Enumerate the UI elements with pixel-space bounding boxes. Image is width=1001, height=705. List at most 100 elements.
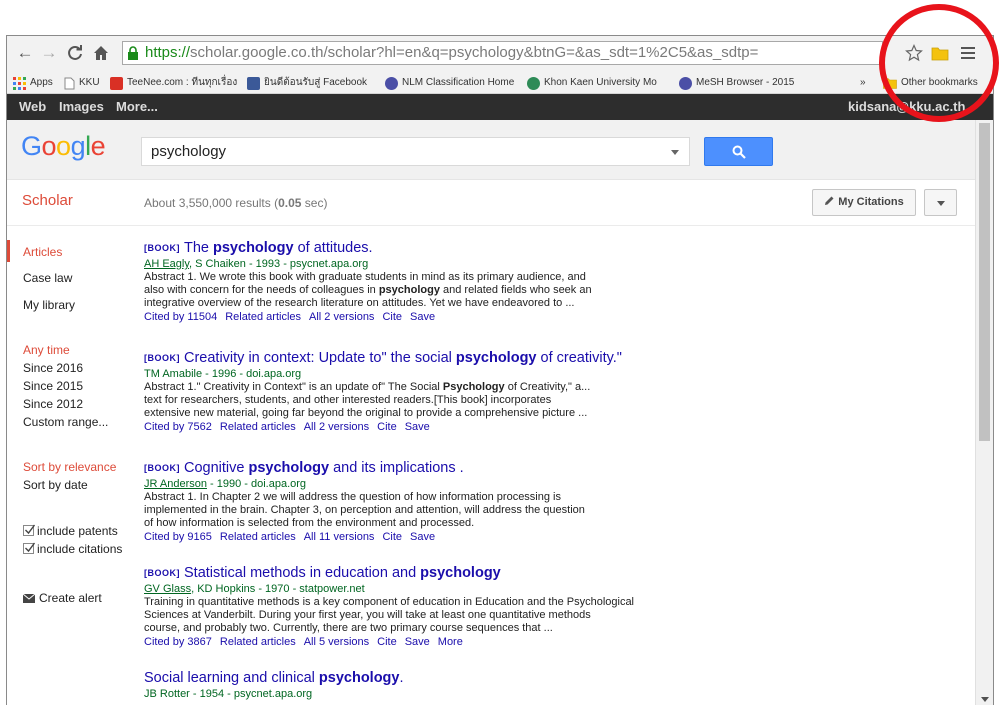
bookmark-kku-mo[interactable]: Khon Kaen University Mo (527, 72, 657, 94)
chevron-down-icon (937, 201, 945, 206)
result-title[interactable]: [BOOK] The psychology of attitudes. (144, 239, 744, 257)
chevron-down-icon[interactable] (671, 150, 679, 155)
all-versions-link[interactable]: All 2 versions (309, 311, 374, 323)
cited-by-link[interactable]: Cited by 9165 (144, 531, 212, 543)
scholar-label[interactable]: Scholar (22, 192, 73, 209)
related-articles-link[interactable]: Related articles (220, 531, 296, 543)
result-title[interactable]: Social learning and clinical psychology. (144, 669, 744, 687)
all-versions-link[interactable]: All 11 versions (304, 531, 375, 543)
gbar-images-link[interactable]: Images (59, 94, 104, 120)
title-text: of creativity." (536, 350, 622, 366)
address-bar-row: ← → https://scholar.google.co.th/scholar… (7, 36, 993, 72)
cite-link[interactable]: Cite (382, 311, 402, 323)
sidebar-item-case-law[interactable]: Case law (23, 271, 72, 285)
bookmark-kku[interactable]: KKU (64, 72, 100, 94)
snippet-text: Abstract 1." Creativity in Context" is a… (144, 381, 443, 393)
search-result: [BOOK] Creativity in context: Update to" … (144, 349, 744, 434)
create-alert-link[interactable]: Create alert (22, 591, 102, 605)
result-count: About 3,550,000 results (0.05 sec) (144, 196, 327, 210)
menu-hamburger-icon[interactable] (957, 42, 979, 64)
search-input[interactable]: psychology (141, 137, 690, 166)
lock-icon (128, 46, 138, 60)
sidebar-item-since-2016[interactable]: Since 2016 (23, 361, 83, 375)
sidebar-item-any-time[interactable]: Any time (23, 343, 70, 357)
result-title[interactable]: [BOOK] Statistical methods in education a… (144, 564, 744, 582)
cited-by-link[interactable]: Cited by 11504 (144, 311, 217, 323)
cite-link[interactable]: Cite (382, 531, 402, 543)
account-email[interactable]: kidsana@kku.ac.th (848, 94, 965, 120)
result-title[interactable]: [BOOK] Cognitive psychology and its impli… (144, 459, 744, 477)
bookmark-facebook[interactable]: ยินดีต้อนรับสู่ Facebook (247, 72, 367, 94)
author-meta: TM Amabile - 1996 - doi.apa.org (144, 368, 302, 380)
result-authors: AH Eagly, S Chaiken - 1993 - psycnet.apa… (144, 257, 744, 271)
url-omnibox[interactable]: https://scholar.google.co.th/scholar?hl=… (122, 41, 883, 65)
bookmark-label: Apps (30, 77, 53, 88)
sidebar-item-since-2012[interactable]: Since 2012 (23, 397, 83, 411)
overflow-chevron-icon: » (860, 77, 866, 88)
all-versions-link[interactable]: All 5 versions (304, 636, 369, 648)
reload-icon[interactable] (65, 42, 85, 64)
author-meta: , KD Hopkins - 1970 - statpower.net (191, 583, 365, 595)
all-versions-link[interactable]: All 2 versions (304, 421, 369, 433)
sidebar-item-since-2015[interactable]: Since 2015 (23, 379, 83, 393)
cited-by-link[interactable]: Cited by 3867 (144, 636, 212, 648)
sidebar-item-sort-relevance[interactable]: Sort by relevance (23, 460, 116, 474)
bookmark-teenee[interactable]: TeeNee.com : ทีนทุกเรื่อง (110, 72, 237, 94)
checkbox-checked-icon (23, 524, 35, 536)
sidebar-item-articles[interactable]: Articles (23, 245, 62, 259)
mesh-favicon-icon (679, 76, 692, 90)
cited-by-link[interactable]: Cited by 7562 (144, 421, 212, 433)
bookmark-nlm[interactable]: NLM Classification Home (385, 72, 514, 94)
author-link[interactable]: GV Glass (144, 583, 191, 595)
save-link[interactable]: Save (405, 636, 430, 648)
title-keyword: psychology (213, 240, 294, 256)
include-citations-checkbox[interactable]: include citations (23, 542, 122, 556)
title-text: Creativity in context: Update to" the so… (184, 350, 456, 366)
search-result: [BOOK] Statistical methods in education a… (144, 564, 744, 649)
include-patents-checkbox[interactable]: include patents (23, 524, 118, 538)
search-button[interactable] (704, 137, 773, 166)
scrollbar-thumb[interactable] (979, 123, 990, 441)
save-link[interactable]: Save (410, 531, 435, 543)
bookmark-apps[interactable]: Apps (13, 72, 53, 94)
gbar-web-link[interactable]: Web (19, 94, 46, 120)
back-arrow-icon[interactable]: ← (15, 42, 35, 64)
snippet-keyword: psychology (378, 284, 440, 296)
author-link[interactable]: AH Eagly (144, 258, 189, 270)
forward-arrow-icon[interactable]: → (39, 42, 59, 64)
title-keyword: psychology (248, 460, 330, 476)
vertical-scrollbar[interactable] (975, 120, 993, 705)
gbar-more-link[interactable]: More... (116, 94, 158, 120)
url-path: scholar.google.co.th/scholar?hl=en&q=psy… (190, 44, 759, 61)
snippet-line: also with concern for the needs of colle… (144, 284, 744, 297)
google-logo[interactable]: Google (21, 131, 106, 162)
home-icon[interactable] (91, 42, 111, 64)
scroll-down-arrow-icon[interactable] (981, 697, 989, 702)
star-icon[interactable] (903, 42, 925, 64)
folder-extension-icon[interactable] (929, 42, 951, 64)
bookmark-mesh[interactable]: MeSH Browser - 2015 (679, 72, 794, 94)
results-bar: Scholar About 3,550,000 results (0.05 se… (7, 181, 975, 226)
related-articles-link[interactable]: Related articles (225, 311, 301, 323)
cite-link[interactable]: Cite (377, 421, 397, 433)
result-links: Cited by 9165 Related articles All 11 vers… (144, 530, 744, 544)
snippet-line: implemented in the brain. Chapter 3, on … (144, 504, 585, 516)
google-top-bar: Web Images More... kidsana@kku.ac.th (7, 94, 993, 120)
more-link[interactable]: More (438, 636, 463, 648)
sidebar-item-custom-range[interactable]: Custom range... (23, 415, 108, 429)
my-citations-menu-button[interactable] (924, 189, 957, 216)
sidebar-item-my-library[interactable]: My library (23, 298, 75, 312)
bookmark-other[interactable]: Other bookmarks (883, 72, 978, 94)
save-link[interactable]: Save (410, 311, 435, 323)
sidebar-item-sort-date[interactable]: Sort by date (23, 478, 88, 492)
result-title[interactable]: [BOOK] Creativity in context: Update to" … (144, 349, 744, 367)
result-type-tag: [BOOK] (144, 353, 180, 363)
bookmarks-overflow-button[interactable]: » (860, 72, 866, 94)
cite-link[interactable]: Cite (377, 636, 397, 648)
related-articles-link[interactable]: Related articles (220, 421, 296, 433)
related-articles-link[interactable]: Related articles (220, 636, 296, 648)
my-citations-button[interactable]: My Citations (812, 189, 916, 216)
save-link[interactable]: Save (405, 421, 430, 433)
author-link[interactable]: JR Anderson (144, 478, 207, 490)
title-text: and its implications . (329, 460, 464, 476)
